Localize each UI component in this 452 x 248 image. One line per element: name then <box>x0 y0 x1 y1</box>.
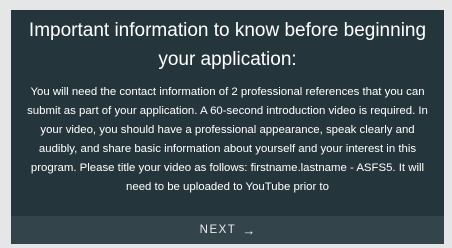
page: Important information to know before beg… <box>0 0 452 248</box>
dialog-body-scroll-area[interactable]: You will need the contact information of… <box>25 83 430 217</box>
arrow-right-icon: → <box>242 222 256 238</box>
dialog-footer: NEXT → <box>11 216 444 244</box>
dialog-body-text: You will need the contact information of… <box>27 86 428 193</box>
info-dialog: Important information to know before beg… <box>11 10 444 244</box>
next-button-label: NEXT <box>199 224 237 236</box>
dialog-title: Important information to know before beg… <box>28 20 427 70</box>
next-button[interactable]: NEXT → <box>194 216 262 244</box>
